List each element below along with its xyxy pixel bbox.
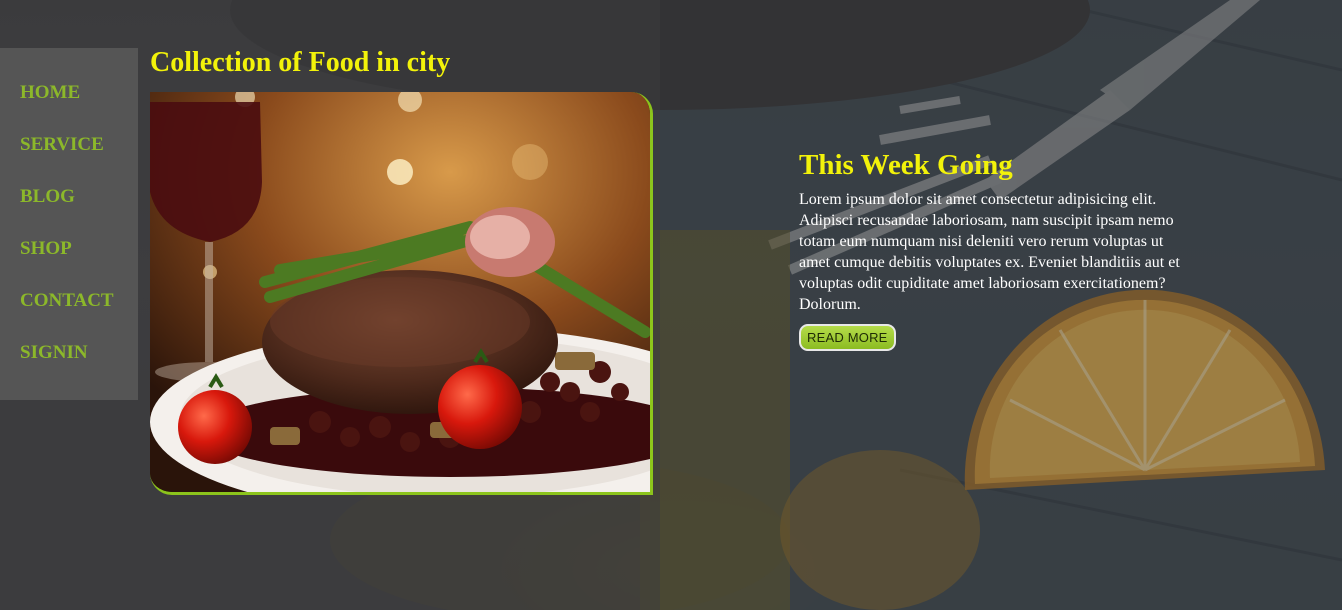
nav-item-contact[interactable]: CONTACT	[20, 290, 114, 312]
nav-item-blog[interactable]: BLOG	[20, 186, 75, 208]
nav-item-shop[interactable]: SHOP	[20, 238, 72, 260]
article-heading: This Week Going	[799, 149, 1013, 181]
sidebar-nav: HOME SERVICE BLOG SHOP CONTACT SIGNIN	[0, 48, 138, 400]
steak-dinner-illustration	[150, 92, 650, 492]
article-body: Lorem ipsum dolor sit amet consectetur a…	[799, 191, 1180, 313]
page-title: Collection of Food in city	[150, 47, 451, 78]
article-section: This Week Going Lorem ipsum dolor sit am…	[799, 148, 1194, 351]
nav-item-home[interactable]: HOME	[20, 82, 80, 104]
nav-item-signin[interactable]: SIGNIN	[20, 342, 88, 364]
read-more-button[interactable]: READ MORE	[799, 324, 896, 351]
nav-item-service[interactable]: SERVICE	[20, 134, 104, 156]
feature-food-image	[150, 92, 653, 495]
